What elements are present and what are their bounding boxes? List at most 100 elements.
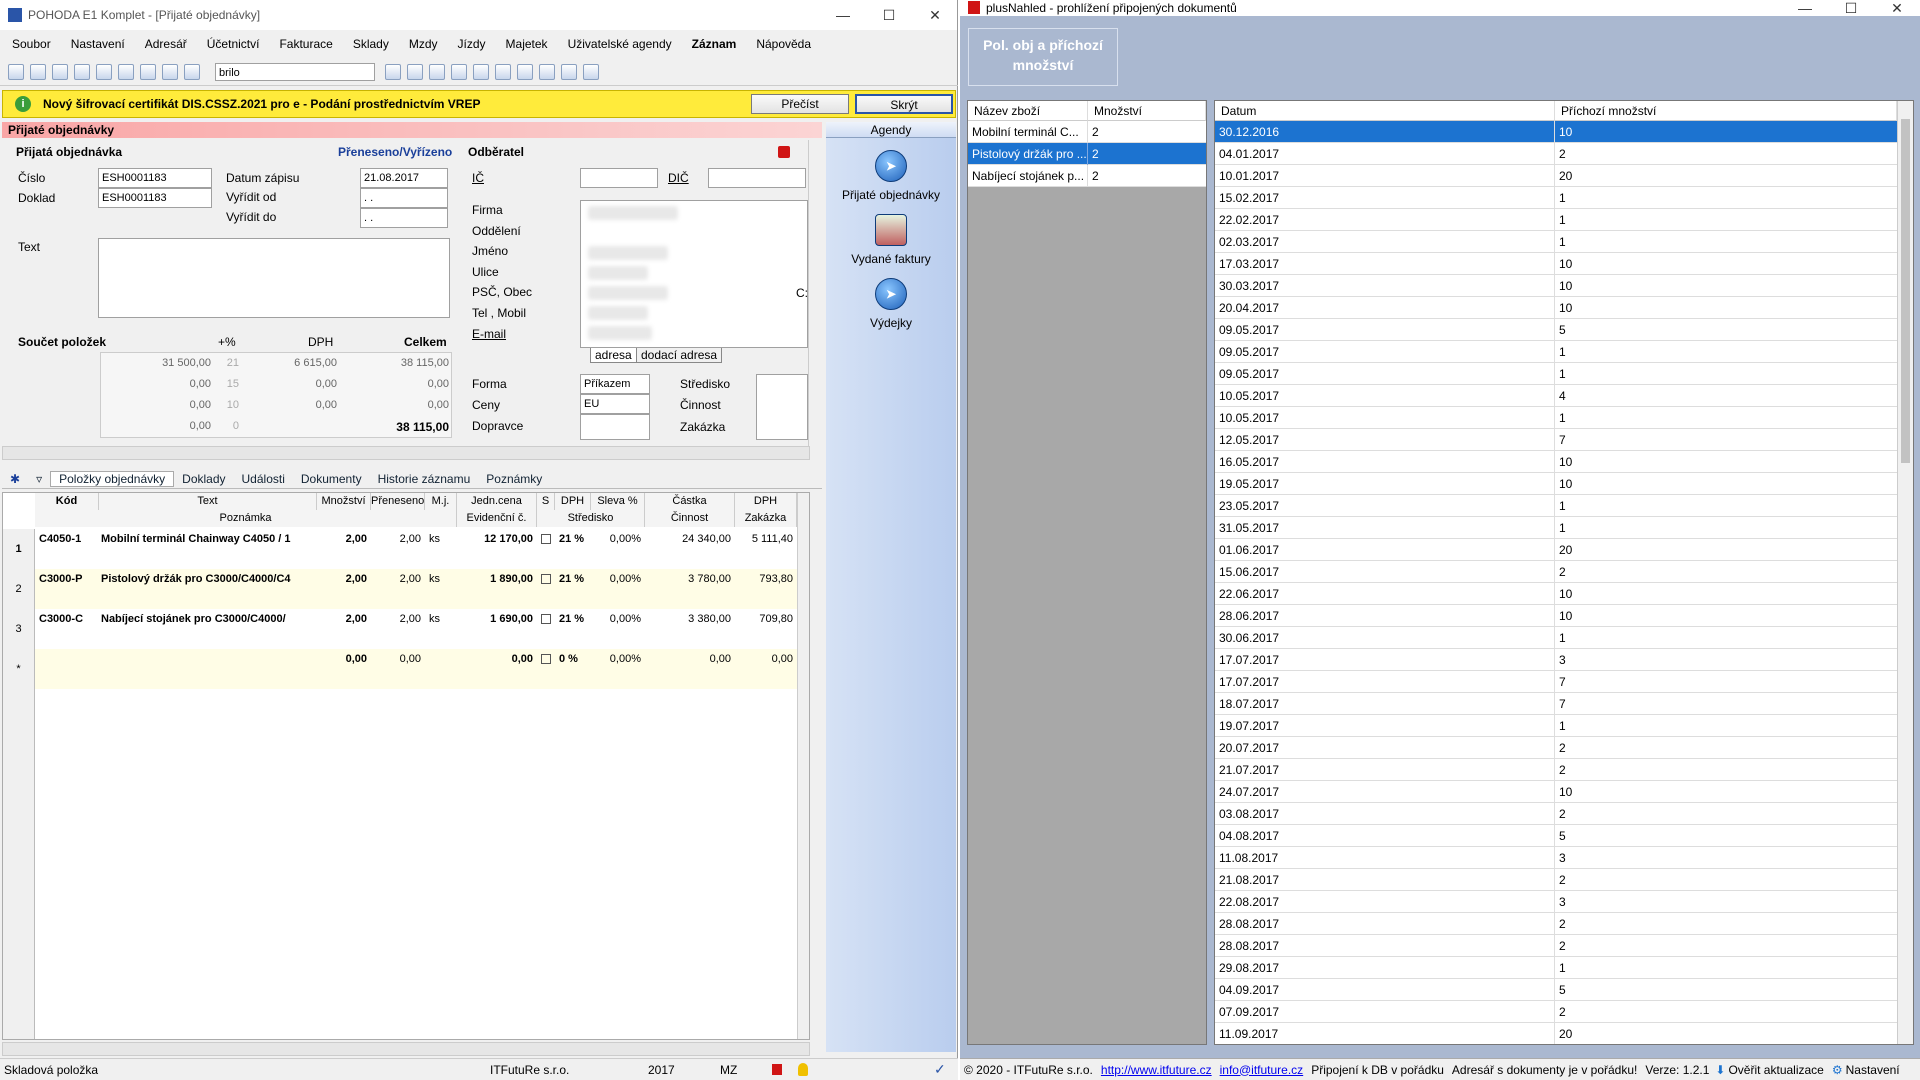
- table-row[interactable]: 24.07.2017 10: [1215, 781, 1897, 803]
- col-header-nazev[interactable]: Název zboží: [968, 101, 1088, 121]
- table-row[interactable]: 20.07.2017 2: [1215, 737, 1897, 759]
- print-icon[interactable]: [30, 63, 46, 80]
- col-header[interactable]: Jedn.cena: [457, 493, 537, 510]
- filter-icon[interactable]: [385, 63, 401, 80]
- doklad-field[interactable]: ESH0001183: [98, 188, 212, 208]
- checkbox[interactable]: [541, 614, 551, 624]
- col-header[interactable]: M.j.: [425, 493, 457, 510]
- col-header[interactable]: Sleva %: [591, 493, 645, 510]
- table-row[interactable]: 20.04.2017 10: [1215, 297, 1897, 319]
- table-row[interactable]: 17.07.2017 7: [1215, 671, 1897, 693]
- table-row[interactable]: 09.05.2017 1: [1215, 363, 1897, 385]
- filter-icon[interactable]: ▿: [28, 472, 50, 486]
- table-row[interactable]: 09.05.2017 1: [1215, 341, 1897, 363]
- table-row[interactable]: 04.09.2017 5: [1215, 979, 1897, 1001]
- col-header-prichozi[interactable]: Příchozí množství: [1555, 101, 1897, 121]
- table-row[interactable]: 30.06.2017 1: [1215, 627, 1897, 649]
- minimize-button[interactable]: —: [1782, 0, 1828, 16]
- col-header-2[interactable]: Středisko: [537, 510, 645, 527]
- calendar-icon[interactable]: [473, 63, 489, 80]
- col-header[interactable]: Přeneseno: [371, 493, 425, 510]
- table-row[interactable]: 21.07.2017 2: [1215, 759, 1897, 781]
- menu-sklady[interactable]: Sklady: [353, 37, 389, 51]
- table-row[interactable]: 18.07.2017 7: [1215, 693, 1897, 715]
- form-vertical-scrollbar[interactable]: [808, 140, 822, 446]
- col-header[interactable]: Text: [99, 493, 317, 510]
- table-row[interactable]: 30.03.2017 10: [1215, 275, 1897, 297]
- menu-ucetnictvi[interactable]: Účetnictví: [207, 37, 260, 51]
- menu-majetek[interactable]: Majetek: [506, 37, 548, 51]
- view-title-button[interactable]: Pol. obj a příchozí množství: [968, 28, 1118, 86]
- new-record-icon[interactable]: [96, 63, 112, 80]
- table-row[interactable]: 19.05.2017 10: [1215, 473, 1897, 495]
- vyridit-do-field[interactable]: . .: [360, 208, 448, 228]
- print-preview-icon[interactable]: [52, 63, 68, 80]
- table-row[interactable]: 12.05.2017 7: [1215, 429, 1897, 451]
- ceny-select[interactable]: EU: [580, 394, 650, 414]
- col-header[interactable]: S: [537, 493, 555, 510]
- stredisko-box[interactable]: [756, 374, 808, 440]
- tab-poznamky[interactable]: Poznámky: [478, 472, 550, 486]
- checkbox[interactable]: [541, 534, 551, 544]
- tab-udalosti[interactable]: Události: [234, 472, 293, 486]
- help-icon[interactable]: [583, 63, 599, 80]
- table-row[interactable]: 07.09.2017 2: [1215, 1001, 1897, 1023]
- table-row[interactable]: 09.05.2017 5: [1215, 319, 1897, 341]
- email-link[interactable]: info@itfuture.cz: [1220, 1063, 1304, 1077]
- col-header-2[interactable]: Činnost: [645, 510, 735, 527]
- maximize-button[interactable]: ☐: [866, 0, 912, 30]
- menu-nastaveni[interactable]: Nastavení: [71, 37, 125, 51]
- minimize-button[interactable]: —: [820, 0, 866, 30]
- refresh-icon[interactable]: [429, 63, 445, 80]
- close-button[interactable]: ✕: [1874, 0, 1920, 16]
- list-item[interactable]: Nabíjecí stojánek p... 2: [968, 165, 1206, 187]
- table-row-selected[interactable]: 30.12.2016 10: [1215, 121, 1897, 143]
- row-number[interactable]: 3: [3, 609, 35, 649]
- add-icon[interactable]: ✱: [2, 472, 28, 486]
- col-header[interactable]: DPH: [735, 493, 797, 510]
- table-row[interactable]: 16.05.2017 10: [1215, 451, 1897, 473]
- window-icon[interactable]: [539, 63, 555, 80]
- settings-button[interactable]: ⚙ Nastavení: [1832, 1063, 1900, 1077]
- table-row[interactable]: 02.03.2017 1: [1215, 231, 1897, 253]
- table-row[interactable]: 10.01.2017 20: [1215, 165, 1897, 187]
- table-row[interactable]: 19.07.2017 1: [1215, 715, 1897, 737]
- website-link[interactable]: http://www.itfuture.cz: [1101, 1063, 1212, 1077]
- row-number[interactable]: 1: [3, 529, 35, 569]
- barcode-icon[interactable]: [517, 63, 533, 80]
- edit-icon[interactable]: [118, 63, 134, 80]
- export-icon[interactable]: [74, 63, 90, 80]
- table-row[interactable]: 03.08.2017 2: [1215, 803, 1897, 825]
- scroll-thumb[interactable]: [1901, 119, 1910, 463]
- table-row[interactable]: 15.06.2017 2: [1215, 561, 1897, 583]
- table-vertical-scrollbar[interactable]: [1897, 101, 1913, 1044]
- table-row[interactable]: 04.01.2017 2: [1215, 143, 1897, 165]
- table-row[interactable]: 22.06.2017 10: [1215, 583, 1897, 605]
- table-row[interactable]: 10.05.2017 1: [1215, 407, 1897, 429]
- menu-zaznam[interactable]: Záznam: [692, 37, 737, 51]
- list-item-selected[interactable]: Pistolový držák pro ... 2: [968, 143, 1206, 165]
- horizontal-scrollbar[interactable]: [2, 446, 810, 460]
- table-row[interactable]: 01.06.2017 20: [1215, 539, 1897, 561]
- table-row[interactable]: 11.08.2017 3: [1215, 847, 1897, 869]
- table-row[interactable]: 04.08.2017 5: [1215, 825, 1897, 847]
- agenda-item-vydane-faktury[interactable]: Vydané faktury: [826, 214, 956, 266]
- row-number[interactable]: 2: [3, 569, 35, 609]
- table-row[interactable]: 22.02.2017 1: [1215, 209, 1897, 231]
- datum-zapisu-field[interactable]: 21.08.2017: [360, 168, 448, 188]
- col-header-mnozstvi[interactable]: Množství: [1088, 101, 1206, 121]
- col-header-2[interactable]: Zakázka: [735, 510, 797, 527]
- back-arrow-icon[interactable]: [140, 63, 156, 80]
- col-header[interactable]: Částka: [645, 493, 735, 510]
- tab-adresa[interactable]: adresa: [590, 348, 637, 363]
- text-area[interactable]: [98, 238, 450, 318]
- checkbox[interactable]: [541, 654, 551, 664]
- grid-horizontal-scrollbar[interactable]: [2, 1042, 810, 1056]
- table-row[interactable]: 28.08.2017 2: [1215, 935, 1897, 957]
- col-header-datum[interactable]: Datum: [1215, 101, 1555, 121]
- tab-polozky-objednavky[interactable]: Položky objednávky: [50, 470, 175, 487]
- cislo-field[interactable]: ESH0001183: [98, 168, 212, 188]
- layout-icon[interactable]: [561, 63, 577, 80]
- menu-soubor[interactable]: Soubor: [12, 37, 51, 51]
- close-button[interactable]: ✕: [912, 0, 958, 30]
